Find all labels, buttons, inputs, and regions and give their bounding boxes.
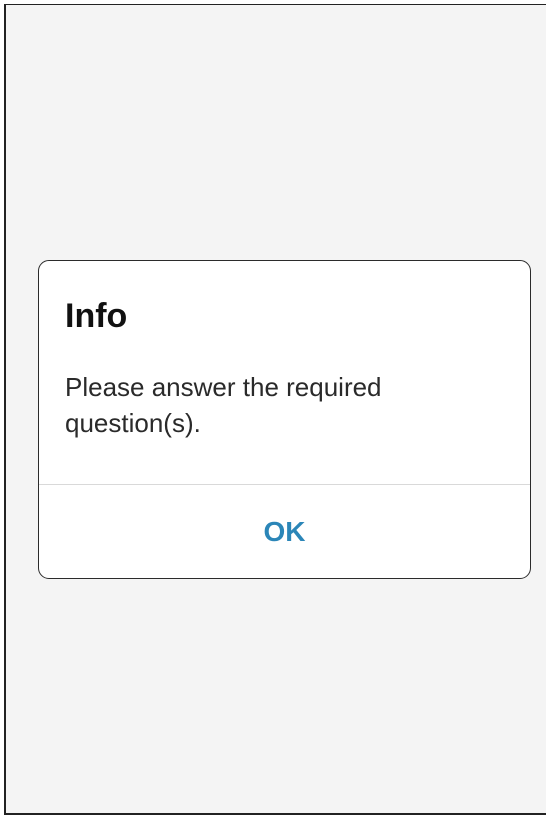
dialog-message: Please answer the required question(s). — [65, 372, 382, 438]
dialog-title: Info — [65, 297, 128, 335]
info-dialog: Info Please answer the required question… — [38, 260, 531, 579]
ok-button[interactable]: OK — [39, 485, 530, 578]
app-screen: Info Please answer the required question… — [4, 4, 546, 815]
